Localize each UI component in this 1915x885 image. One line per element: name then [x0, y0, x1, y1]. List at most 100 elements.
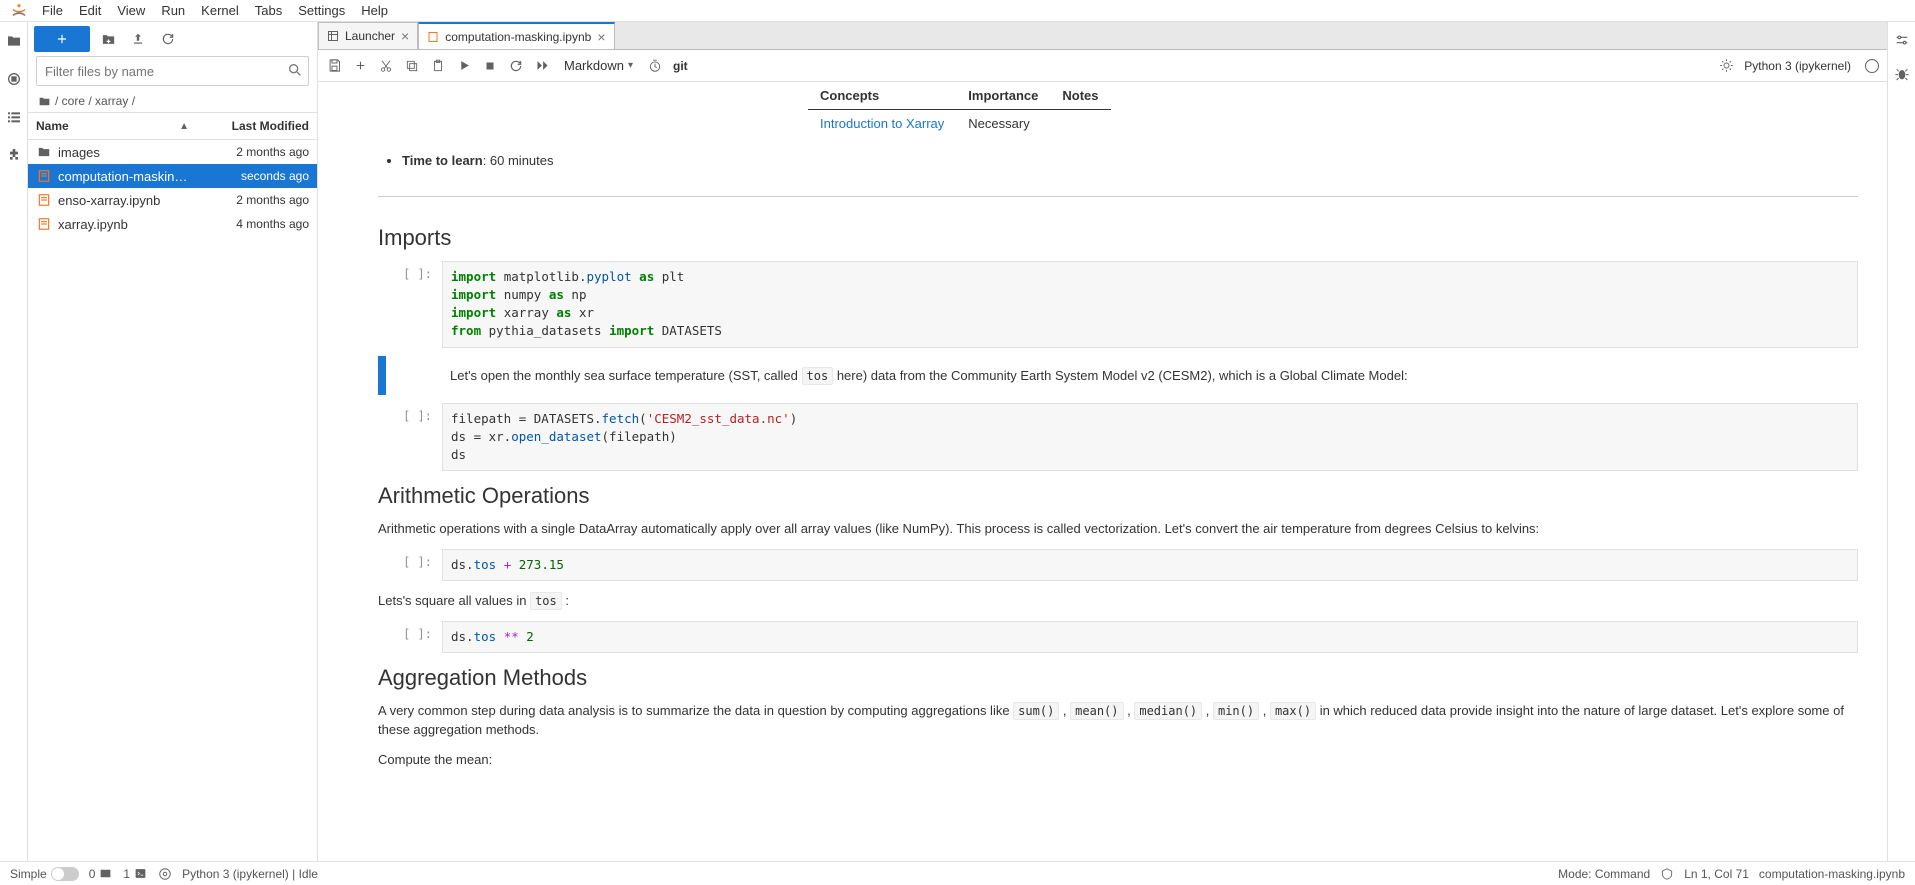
notification-icon[interactable] [1660, 867, 1674, 881]
filter-input[interactable] [36, 56, 309, 86]
notebook-toolbar: Markdown▾ git Python 3 (ipykernel) [318, 50, 1887, 82]
concept-link[interactable]: Introduction to Xarray [820, 116, 944, 131]
notebook-icon [36, 192, 52, 208]
timer-icon[interactable] [647, 58, 663, 74]
insert-cell-icon[interactable] [352, 58, 368, 74]
file-name: images [58, 145, 189, 160]
cursor-position[interactable]: Ln 1, Col 71 [1684, 867, 1749, 881]
upload-icon[interactable] [126, 27, 150, 51]
toc-icon[interactable] [5, 108, 23, 126]
md-text: A very common step during data analysis … [378, 701, 1858, 740]
folder-icon [36, 144, 52, 160]
cell-prompt: [ ]: [386, 621, 442, 653]
folder-icon[interactable] [5, 32, 23, 50]
extensions-icon[interactable] [5, 146, 23, 164]
close-icon[interactable]: × [597, 30, 605, 44]
kernel-label[interactable]: Python 3 (ipykernel) [1744, 59, 1851, 73]
close-icon[interactable]: × [401, 29, 409, 43]
code-cell[interactable]: [ ]: ds.tos + 273.15 [378, 549, 1858, 581]
file-name: xarray.ipynb [58, 217, 189, 232]
save-icon[interactable] [326, 58, 342, 74]
right-sidebar [1887, 22, 1915, 861]
trusted-icon[interactable] [1718, 58, 1734, 74]
paste-icon[interactable] [430, 58, 446, 74]
cell-type-select[interactable]: Markdown▾ [560, 56, 637, 75]
chevron-down-icon: ▾ [628, 60, 633, 71]
lsp-status-icon[interactable] [158, 867, 172, 881]
menu-edit[interactable]: Edit [71, 1, 109, 20]
file-modified: 2 months ago [189, 145, 309, 159]
md-text: Let's open the monthly sea surface tempe… [450, 366, 1850, 386]
main-area: Launcher × computation-masking.ipynb × Mark… [318, 22, 1887, 861]
file-modified: 4 months ago [189, 217, 309, 231]
stop-icon[interactable] [482, 58, 498, 74]
sort-asc-icon: ▲ [179, 121, 189, 132]
markdown-cell[interactable]: Let's open the monthly sea surface tempe… [378, 356, 1858, 396]
heading-agg: Aggregation Methods [378, 665, 1858, 691]
code-cell[interactable]: [ ]: ds.tos ** 2 [378, 621, 1858, 653]
notebook[interactable]: ConceptsImportanceNotes Introduction to … [318, 82, 1887, 861]
md-text: Arithmetic operations with a single Data… [378, 519, 1858, 539]
table-header: Notes [1050, 82, 1110, 110]
file-row[interactable]: images2 months ago [28, 140, 317, 164]
notebook-icon [36, 216, 52, 232]
cut-icon[interactable] [378, 58, 394, 74]
divider [378, 196, 1858, 197]
file-modified: seconds ago [189, 169, 309, 183]
simple-toggle[interactable]: Simple [10, 867, 79, 881]
md-text: Compute the mean: [378, 750, 1858, 770]
file-browser: / core / xarray / Name▲ Last Modified im… [28, 22, 318, 861]
file-list-header: Name▲ Last Modified [28, 112, 317, 140]
heading-imports: Imports [378, 225, 1858, 251]
kernel-status-icon[interactable] [1865, 59, 1879, 73]
cell-prompt: [ ]: [386, 261, 442, 348]
heading-arith: Arithmetic Operations [378, 483, 1858, 509]
menu-view[interactable]: View [109, 1, 153, 20]
restart-run-all-icon[interactable] [534, 58, 550, 74]
terminals-count[interactable]: 1 [123, 867, 148, 881]
tab-launcher[interactable]: Launcher × [318, 22, 418, 49]
menu-run[interactable]: Run [153, 1, 193, 20]
tabs-count[interactable]: 0 [89, 867, 114, 881]
debugger-icon[interactable] [1894, 66, 1910, 82]
breadcrumb[interactable]: / core / xarray / [28, 90, 317, 112]
git-button[interactable]: git [673, 59, 688, 73]
menu-help[interactable]: Help [353, 1, 396, 20]
running-icon[interactable] [5, 70, 23, 88]
activity-bar [0, 22, 28, 861]
new-folder-icon[interactable] [96, 27, 120, 51]
file-row[interactable]: xarray.ipynb4 months ago [28, 212, 317, 236]
mode-indicator: Mode: Command [1558, 867, 1650, 881]
md-text: Lets's square all values in tos : [378, 591, 1858, 611]
file-name: computation-masking.ipynb [58, 169, 189, 184]
run-icon[interactable] [456, 58, 472, 74]
refresh-icon[interactable] [156, 27, 180, 51]
file-list: images2 months agocomputation-masking.ip… [28, 140, 317, 861]
code-cell[interactable]: [ ]: filepath = DATASETS.fetch('CESM2_ss… [378, 403, 1858, 471]
new-launcher-button[interactable] [34, 26, 90, 52]
tab-label: computation-masking.ipynb [445, 30, 591, 44]
copy-icon[interactable] [404, 58, 420, 74]
table-row: Introduction to XarrayNecessary [808, 110, 1111, 138]
search-icon [287, 62, 303, 78]
status-bar: Simple 0 1 Python 3 (ipykernel) | Idle M… [0, 861, 1915, 885]
tab-label: Launcher [345, 29, 395, 43]
file-row[interactable]: enso-xarray.ipynb2 months ago [28, 188, 317, 212]
tab-computation-masking-ipynb[interactable]: computation-masking.ipynb × [418, 22, 614, 49]
cell-prompt: [ ]: [386, 403, 442, 471]
menu-file[interactable]: File [34, 1, 71, 20]
jupyter-logo-icon [10, 2, 28, 20]
menu-settings[interactable]: Settings [290, 1, 353, 20]
kernel-status[interactable]: Python 3 (ipykernel) | Idle [182, 867, 318, 881]
restart-icon[interactable] [508, 58, 524, 74]
menu-kernel[interactable]: Kernel [193, 1, 247, 20]
file-browser-toolbar [28, 22, 317, 56]
file-modified: 2 months ago [189, 193, 309, 207]
file-row[interactable]: computation-masking.ipynbseconds ago [28, 164, 317, 188]
file-name: enso-xarray.ipynb [58, 193, 189, 208]
table-header: Concepts [808, 82, 956, 110]
property-inspector-icon[interactable] [1894, 32, 1910, 48]
code-cell[interactable]: [ ]: import matplotlib.pyplot as plt imp… [378, 261, 1858, 348]
menu-tabs[interactable]: Tabs [247, 1, 290, 20]
filename-status[interactable]: computation-masking.ipynb [1759, 867, 1905, 881]
